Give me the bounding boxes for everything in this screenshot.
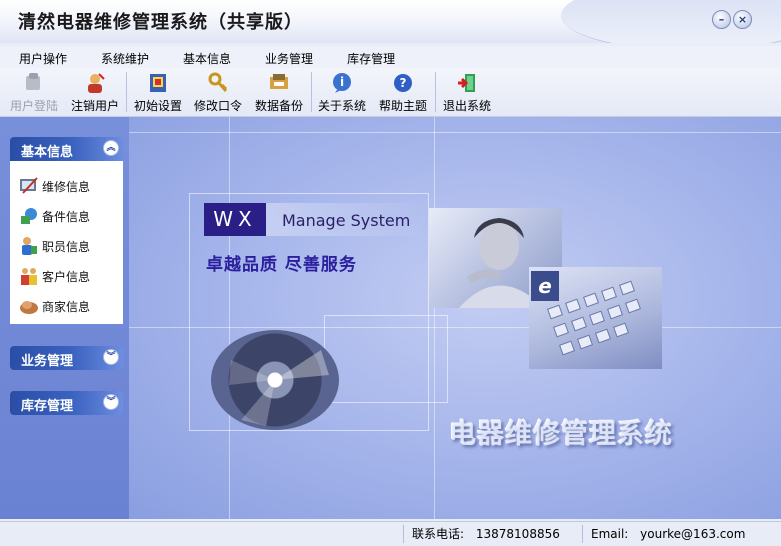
logout-user-icon	[84, 72, 106, 94]
sidebar-item-repair-info[interactable]: 维修信息	[19, 176, 90, 196]
init-settings-button[interactable]: 初始设置	[131, 70, 185, 114]
chevron-down-icon[interactable]: ︾	[103, 394, 119, 410]
about-system-button[interactable]: i 关于系统	[315, 70, 369, 114]
svg-text:?: ?	[400, 76, 407, 90]
item-label: 商家信息	[42, 299, 91, 314]
sidebar-group-basic-info[interactable]: 基本信息 ︽	[10, 137, 123, 161]
sidebar: 基本信息 ︽ 维修信息 备件信息 职员信息 客户信息 商家信息 业务管理 ︾ 库…	[0, 117, 129, 519]
close-button[interactable]: ×	[733, 10, 752, 29]
title-bar[interactable]: 清然电器维修管理系统（共享版） – ×	[0, 0, 781, 43]
menu-bar: 用户操作 系统维护 基本信息 业务管理 库存管理	[0, 46, 781, 68]
item-label: 客户信息	[42, 269, 91, 284]
data-backup-button[interactable]: 数据备份	[252, 70, 306, 114]
user-login-icon	[23, 72, 45, 94]
tool-label: 数据备份	[254, 99, 303, 113]
tool-label: 初始设置	[133, 99, 182, 113]
toolbar-separator	[311, 72, 312, 112]
tool-label: 用户登陆	[9, 99, 58, 113]
svg-text:i: i	[340, 75, 344, 89]
help-topics-button[interactable]: ? 帮助主题	[376, 70, 430, 114]
spare-parts-icon	[19, 206, 39, 226]
phone-number: 13878108856	[475, 527, 560, 541]
window-controls: – ×	[712, 10, 752, 29]
window-title: 清然电器维修管理系统（共享版）	[18, 12, 303, 33]
decor-frame	[324, 315, 448, 403]
tool-label: 修改口令	[193, 99, 242, 113]
item-label: 备件信息	[42, 209, 91, 224]
init-settings-icon	[147, 72, 169, 94]
main-banner: e WX Manage System 卓越品质 尽善服务 电器维修管理系统	[129, 117, 781, 519]
menu-basic-info[interactable]: 基本信息	[183, 46, 231, 68]
toolbar: 用户登陆 注销用户 初始设置 修改口令 数据备份 i 关于系统 ? 帮助主题 退…	[0, 68, 781, 117]
toolbar-separator	[126, 72, 127, 112]
item-label: 职员信息	[42, 239, 91, 254]
ie-logo-icon: e	[531, 271, 559, 301]
help-icon: ?	[392, 72, 414, 94]
chevron-up-icon[interactable]: ︽	[103, 140, 119, 156]
about-icon: i	[331, 72, 353, 94]
group-title: 基本信息	[21, 145, 74, 160]
exit-system-button[interactable]: 退出系统	[440, 70, 494, 114]
sidebar-group-business[interactable]: 业务管理 ︾	[10, 346, 123, 370]
tool-label: 帮助主题	[378, 99, 427, 113]
menu-inventory-management[interactable]: 库存管理	[347, 46, 395, 68]
group-title: 业务管理	[21, 354, 74, 369]
repair-info-icon	[19, 176, 39, 196]
group-title: 库存管理	[21, 399, 74, 414]
decor-line	[129, 327, 781, 328]
item-label: 维修信息	[42, 179, 91, 194]
decor-line	[229, 117, 230, 519]
system-name-watermark: 电器维修管理系统	[449, 419, 673, 450]
tool-label: 注销用户	[70, 99, 119, 113]
sidebar-group-body: 维修信息 备件信息 职员信息 客户信息 商家信息	[10, 161, 123, 324]
staff-icon	[19, 236, 39, 256]
tool-label: 关于系统	[317, 99, 366, 113]
menu-user-ops[interactable]: 用户操作	[19, 46, 67, 68]
user-login-button[interactable]: 用户登陆	[8, 70, 60, 114]
customer-icon	[19, 266, 39, 286]
chevron-down-icon[interactable]: ︾	[103, 349, 119, 365]
backup-icon	[268, 72, 290, 94]
toolbar-separator	[435, 72, 436, 112]
change-password-button[interactable]: 修改口令	[191, 70, 245, 114]
status-bar: 联系电话: 13878108856 Email: yourke@163.com	[0, 521, 781, 546]
cd-disc-image	[211, 330, 339, 430]
wx-logo: WX	[204, 203, 266, 236]
manage-system-tagline: Manage System	[282, 211, 411, 230]
decor-line	[129, 132, 781, 133]
menu-system-maintenance[interactable]: 系统维护	[101, 46, 149, 68]
merchant-icon	[19, 296, 39, 316]
sidebar-item-customer[interactable]: 客户信息	[19, 266, 90, 286]
sidebar-group-inventory[interactable]: 库存管理 ︾	[10, 391, 123, 415]
phone-label: 联系电话:	[412, 527, 465, 541]
minimize-button[interactable]: –	[712, 10, 731, 29]
email-label: Email:	[591, 527, 629, 541]
status-phone: 联系电话: 13878108856	[403, 525, 578, 543]
email-address: yourke@163.com	[640, 527, 746, 541]
tool-label: 退出系统	[442, 99, 491, 113]
logout-user-button[interactable]: 注销用户	[68, 70, 122, 114]
status-email: Email: yourke@163.com	[582, 525, 771, 543]
decor-line	[434, 117, 435, 519]
sidebar-item-staff[interactable]: 职员信息	[19, 236, 90, 256]
exit-icon	[456, 72, 478, 94]
app-window: 清然电器维修管理系统（共享版） – × 用户操作 系统维护 基本信息 业务管理 …	[0, 0, 781, 546]
sidebar-item-spare-parts[interactable]: 备件信息	[19, 206, 90, 226]
sidebar-item-merchant[interactable]: 商家信息	[19, 296, 90, 316]
menu-business-management[interactable]: 业务管理	[265, 46, 313, 68]
key-icon	[207, 72, 229, 94]
slogan: 卓越品质 尽善服务	[206, 255, 357, 275]
